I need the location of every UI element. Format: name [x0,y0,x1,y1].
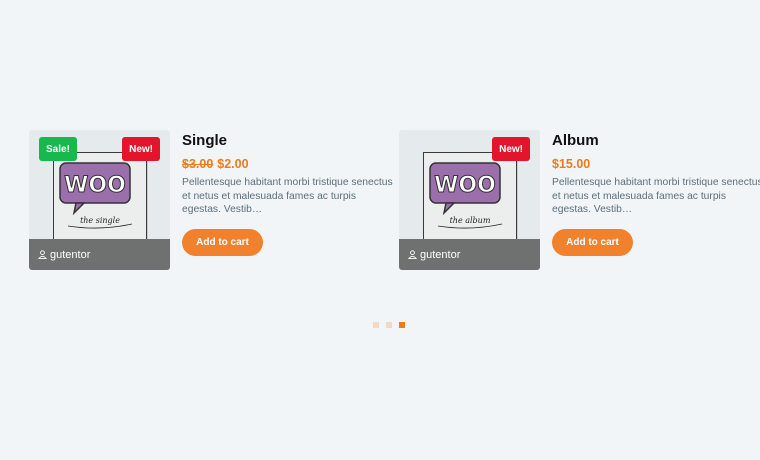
product-price: $3.00 $2.00 [182,157,397,171]
carousel-pagination [373,322,405,328]
product-title[interactable]: Album [552,132,760,152]
sale-badge: Sale! [39,137,77,161]
product-card: WOO the single Sale! New! gutentor Singl… [29,130,399,270]
carousel-dot[interactable] [386,322,392,328]
product-card: WOO the album New! gutentor Album $15.00… [399,130,760,270]
woo-logo-text: WOO [434,173,496,198]
product-image[interactable]: WOO the single Sale! New! gutentor [29,130,170,270]
product-title[interactable]: Single [182,132,397,152]
regular-price: $15.00 [552,157,591,171]
user-icon [408,250,417,259]
add-to-cart-button[interactable]: Add to cart [552,228,633,256]
carousel-dot[interactable] [373,322,379,328]
author-name[interactable]: gutentor [420,249,460,261]
product-price: $15.00 [552,157,760,171]
product-image[interactable]: WOO the album New! gutentor [399,130,540,270]
original-price: $3.00 [182,157,214,171]
sale-price: $2.00 [217,157,249,171]
woo-logo-text: WOO [64,173,126,198]
woo-poster-image: WOO the album [423,152,517,246]
add-to-cart-button[interactable]: Add to cart [182,228,263,256]
product-description: Pellentesque habitant morbi tristique se… [552,177,760,215]
author-bar: gutentor [29,239,170,270]
product-description: Pellentesque habitant morbi tristique se… [182,177,393,215]
woo-poster-image: WOO the single [53,152,147,246]
poster-caption: the album [450,216,491,225]
carousel-dot-active[interactable] [399,322,405,328]
user-icon [38,250,47,259]
new-badge: New! [122,137,160,161]
author-bar: gutentor [399,239,540,270]
author-name[interactable]: gutentor [50,249,90,261]
new-badge: New! [492,137,530,161]
poster-caption: the single [80,216,120,225]
